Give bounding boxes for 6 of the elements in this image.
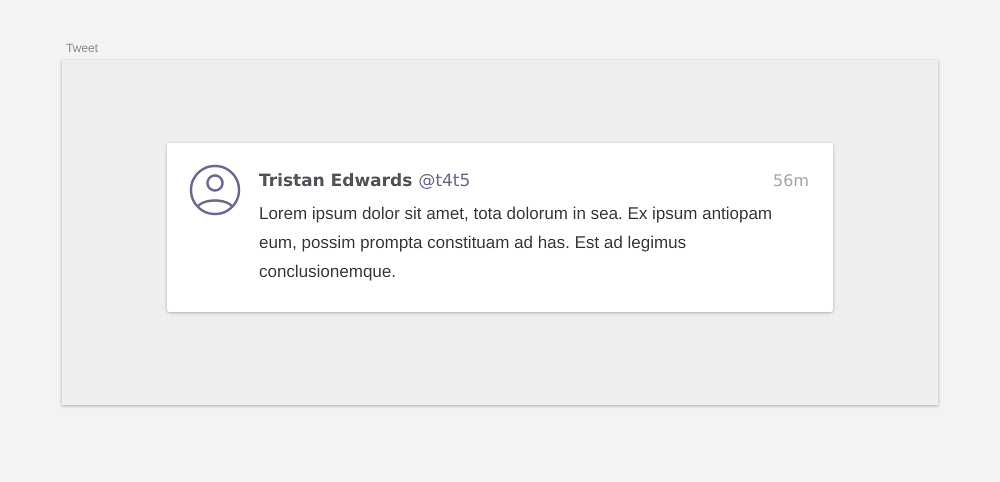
frame-title: Tweet	[66, 41, 100, 55]
avatar-icon	[189, 164, 241, 216]
tweet-text: Lorem ipsum dolor sit amet, tota dolorum in sea. Ex ipsum antiopam eum, possim prompta constituam ad has. Est ad legimus conclusionemque.	[259, 203, 774, 283]
author-handle: @t4t5	[418, 171, 470, 191]
author-name: Tristan Edwards	[259, 171, 412, 191]
timestamp: 56m	[773, 171, 809, 190]
